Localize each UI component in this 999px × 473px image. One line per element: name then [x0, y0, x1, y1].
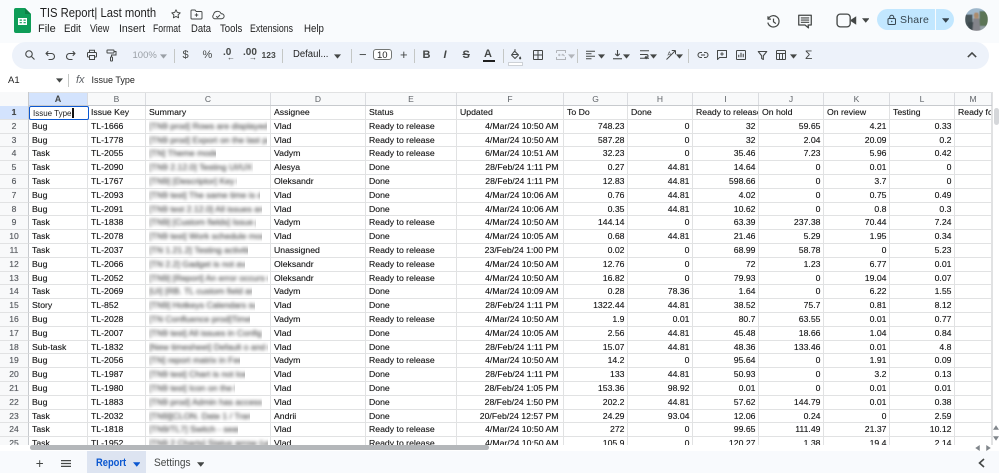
- svg-text:A: A: [667, 51, 671, 57]
